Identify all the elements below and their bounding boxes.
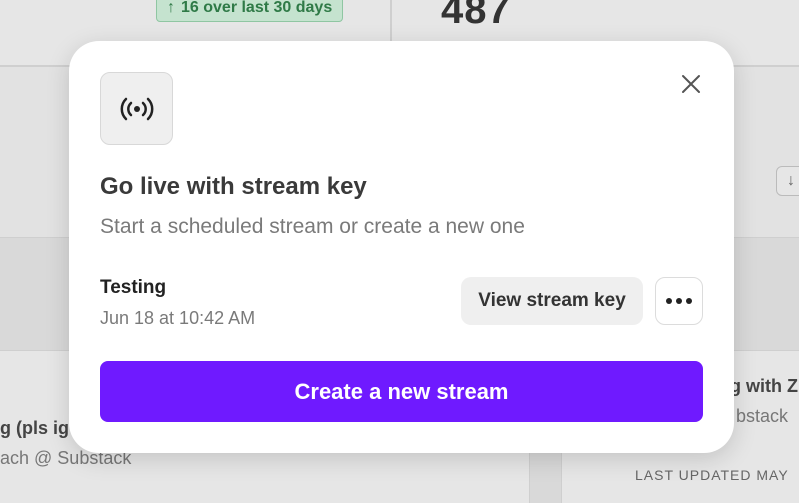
create-new-stream-button[interactable]: Create a new stream: [100, 361, 703, 422]
post-meta-right: LAST UPDATED MAY: [635, 467, 789, 483]
stream-name: Testing: [100, 277, 167, 298]
modal-title: Go live with stream key: [100, 173, 367, 200]
post-subtitle-right: bstack: [736, 406, 789, 426]
post-title-right: g with Z: [730, 376, 798, 396]
arrow-down-icon: ↓: [787, 172, 795, 189]
stream-icon-container: [100, 72, 173, 145]
more-options-button[interactable]: [655, 277, 703, 325]
stream-date: Jun 18 at 10:42 AM: [100, 308, 256, 328]
growth-badge: ↑ 16 over last 30 days: [156, 0, 344, 22]
sort-button[interactable]: ↓: [776, 166, 799, 196]
go-live-modal: Go live with stream key Start a schedule…: [69, 41, 734, 453]
modal-subtitle: Start a scheduled stream or create a new…: [100, 215, 525, 238]
more-horizontal-icon: [666, 298, 692, 304]
close-button[interactable]: [676, 69, 706, 99]
post-title-left: g (pls ig: [0, 418, 69, 438]
arrow-up-icon: ↑: [167, 0, 175, 16]
close-icon: [682, 75, 700, 93]
view-stream-key-button[interactable]: View stream key: [461, 277, 643, 325]
stat-number: 487: [441, 0, 511, 32]
broadcast-icon: [120, 97, 153, 120]
